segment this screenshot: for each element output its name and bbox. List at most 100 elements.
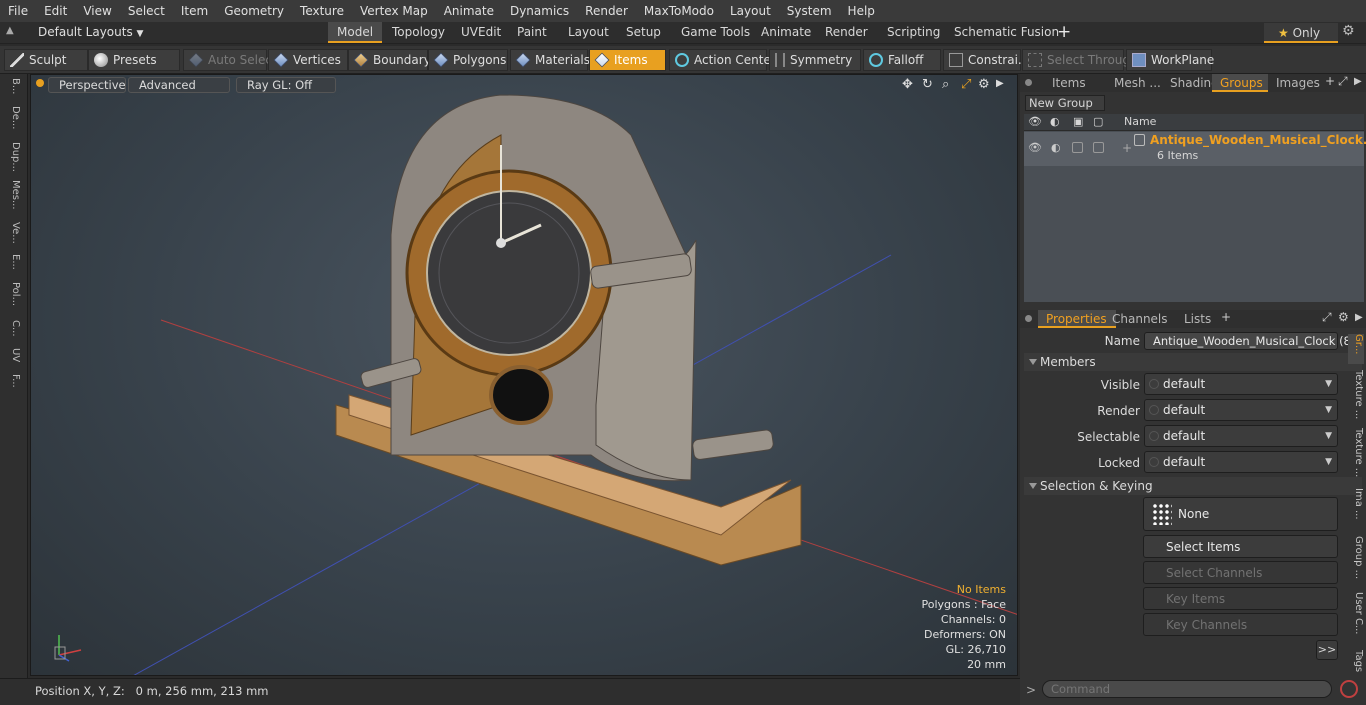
tab-setup[interactable]: Setup — [617, 22, 670, 43]
action-center-button[interactable]: Action Center — [669, 49, 776, 71]
left-tab-curve[interactable]: C... — [5, 320, 21, 344]
more-button[interactable]: >> — [1316, 640, 1338, 660]
left-tab-mesh-edit[interactable]: Mes... — [5, 180, 21, 218]
visible-dropdown[interactable]: default ▼ — [1144, 373, 1338, 395]
left-tab-deform[interactable]: De... — [5, 106, 21, 138]
row-render-icon[interactable]: ◐ — [1051, 141, 1061, 154]
add-panel-tab-icon[interactable]: + — [1325, 74, 1335, 88]
add-tab-icon[interactable]: + — [1057, 22, 1071, 42]
select-channels-button[interactable]: Select Channels — [1143, 561, 1338, 584]
left-tab-polygon[interactable]: Pol... — [5, 282, 21, 316]
key-items-button[interactable]: Key Items — [1143, 587, 1338, 610]
row-lock-toggle[interactable] — [1093, 142, 1104, 153]
new-group-button[interactable]: New Group — [1025, 95, 1105, 111]
left-tab-basic[interactable]: B... — [5, 78, 21, 102]
tab-topology[interactable]: Topology — [383, 22, 454, 43]
tab-game-tools[interactable]: Game Tools — [672, 22, 759, 43]
left-tab-fusion[interactable]: F... — [5, 374, 21, 402]
tab-items[interactable]: Items — [1044, 74, 1104, 92]
symmetry-button[interactable]: Symmetry — [769, 49, 861, 71]
presets-button[interactable]: Presets — [88, 49, 180, 71]
left-tab-edge[interactable]: E... — [5, 254, 21, 278]
left-tab-vertex[interactable]: Ve... — [5, 222, 21, 250]
selection-keying-section[interactable]: Selection & Keying — [1024, 477, 1362, 495]
select-items-button[interactable]: Select Items — [1143, 535, 1338, 558]
layout-selector[interactable]: Default Layouts ▼ — [38, 25, 143, 39]
members-section[interactable]: Members — [1024, 353, 1362, 371]
polygons-button[interactable]: Polygons — [428, 49, 508, 71]
side-tab-image[interactable]: Ima ... — [1348, 488, 1364, 530]
tab-scripting[interactable]: Scripting — [878, 22, 949, 43]
row-visibility-icon[interactable]: 👁 — [1028, 141, 1042, 154]
gear-icon[interactable]: ⚙ — [1342, 23, 1355, 39]
panel-menu-icon[interactable] — [1025, 79, 1032, 86]
group-row[interactable]: 👁 ◐ + Antique_Wooden_Musical_Clock... 6 … — [1024, 132, 1366, 166]
menu-edit[interactable]: Edit — [36, 4, 75, 18]
menu-layout[interactable]: Layout — [722, 4, 779, 18]
menu-dynamics[interactable]: Dynamics — [502, 4, 577, 18]
menu-select[interactable]: Select — [120, 4, 173, 18]
constraints-button[interactable]: Constrai... — [943, 49, 1029, 71]
collapse-icon[interactable]: ▲ — [6, 25, 14, 36]
tab-groups[interactable]: Groups — [1212, 74, 1268, 92]
menu-render[interactable]: Render — [577, 4, 636, 18]
record-icon[interactable] — [1340, 680, 1358, 698]
tab-mesh[interactable]: Mesh ... — [1106, 74, 1161, 92]
3d-viewport[interactable]: Perspective Advanced Ray GL: Off ✥ ↻ ⌕ ⤢… — [30, 74, 1018, 676]
workplane-button[interactable]: WorkPlane — [1126, 49, 1214, 71]
left-tab-duplicate[interactable]: Dup... — [5, 142, 21, 176]
tab-render[interactable]: Render — [816, 22, 877, 43]
sculpt-button[interactable]: Sculpt — [4, 49, 88, 71]
properties-more-icon[interactable]: ▶ — [1355, 312, 1363, 323]
menu-item[interactable]: Item — [173, 4, 216, 18]
selectable-dropdown[interactable]: default ▼ — [1144, 425, 1338, 447]
menu-help[interactable]: Help — [840, 4, 883, 18]
side-tab-group-2[interactable]: Group ... — [1348, 536, 1364, 586]
select-through-button[interactable]: Select Through — [1022, 49, 1138, 71]
render-dropdown[interactable]: default ▼ — [1144, 399, 1338, 421]
items-button[interactable]: Items5 — [589, 49, 677, 71]
key-channels-button[interactable]: Key Channels — [1143, 613, 1338, 636]
menu-texture[interactable]: Texture — [292, 4, 352, 18]
side-tab-user-channels[interactable]: User C... — [1348, 592, 1364, 644]
tab-animate[interactable]: Animate — [752, 22, 820, 43]
side-tab-texture-2[interactable]: Texture ... — [1348, 428, 1364, 482]
expand-panel-icon[interactable]: ⤢ — [1338, 74, 1348, 89]
add-properties-tab-icon[interactable]: + — [1221, 310, 1231, 324]
boundary-button[interactable]: Boundary — [348, 49, 431, 71]
menu-vertex-map[interactable]: Vertex Map — [352, 4, 436, 18]
tab-schematic-fusion[interactable]: Schematic Fusion — [945, 22, 1068, 43]
tab-model[interactable]: Model — [328, 22, 383, 43]
menu-geometry[interactable]: Geometry — [216, 4, 292, 18]
side-tab-tags[interactable]: Tags — [1348, 650, 1364, 676]
expand-group-icon[interactable]: + — [1122, 141, 1132, 155]
name-field[interactable]: Antique_Wooden_Musical_Clock (8) — [1144, 332, 1355, 350]
side-tab-group[interactable]: Gr... — [1348, 334, 1364, 364]
materials-button[interactable]: Materials — [510, 49, 590, 71]
group-name[interactable]: Antique_Wooden_Musical_Clock... — [1150, 133, 1366, 147]
falloff-button[interactable]: Falloff — [863, 49, 941, 71]
menu-animate[interactable]: Animate — [436, 4, 502, 18]
menu-file[interactable]: File — [0, 4, 36, 18]
panel-more-icon[interactable]: ▶ — [1354, 76, 1362, 87]
menu-system[interactable]: System — [779, 4, 840, 18]
command-input[interactable] — [1042, 680, 1332, 698]
properties-gear-icon[interactable]: ⚙ — [1338, 310, 1349, 324]
expand-properties-icon[interactable]: ⤢ — [1322, 310, 1332, 325]
menu-view[interactable]: View — [75, 4, 119, 18]
left-tab-uv[interactable]: UV — [5, 348, 21, 370]
properties-menu-icon[interactable] — [1025, 315, 1032, 322]
only-toggle[interactable]: ★ Only — [1264, 23, 1338, 43]
none-button[interactable]: None — [1143, 497, 1338, 531]
tab-images[interactable]: Images — [1268, 74, 1328, 92]
tab-uvedit[interactable]: UVEdit — [452, 22, 510, 43]
side-tab-texture-1[interactable]: Texture ... — [1348, 370, 1364, 422]
menu-maxtomodo[interactable]: MaxToModo — [636, 4, 722, 18]
auto-select-button[interactable]: Auto Select — [183, 49, 277, 71]
row-select-toggle[interactable] — [1072, 142, 1083, 153]
tab-layout[interactable]: Layout — [559, 22, 618, 43]
locked-dropdown[interactable]: default ▼ — [1144, 451, 1338, 473]
tab-paint[interactable]: Paint — [508, 22, 556, 43]
vertices-button[interactable]: Vertices1 — [268, 49, 356, 71]
tab-channels[interactable]: Channels — [1104, 310, 1174, 328]
